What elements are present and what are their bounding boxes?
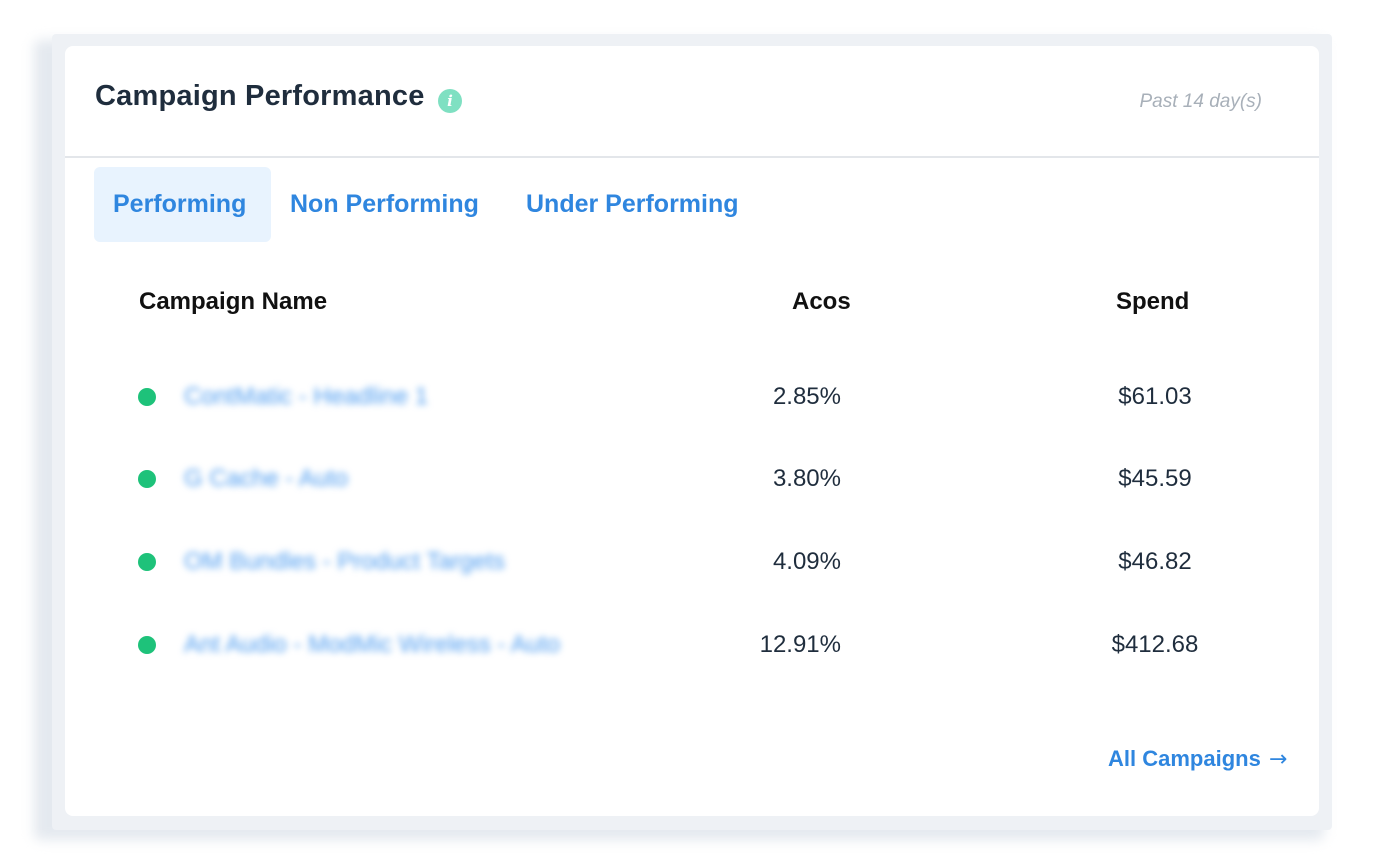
column-header-campaign-name[interactable]: Campaign Name xyxy=(139,288,327,316)
campaign-name-link[interactable]: OM Bundles - Product Targets xyxy=(184,548,505,576)
status-dot xyxy=(138,636,156,654)
arrow-right-icon: → xyxy=(1268,747,1288,772)
table-row: ContMatic - Headline 1 2.85% $61.03 xyxy=(65,377,1319,417)
column-header-spend[interactable]: Spend xyxy=(1116,288,1189,316)
spend-value: $46.82 xyxy=(1118,548,1192,575)
acos-value: 2.85% xyxy=(772,383,841,410)
campaign-name-link[interactable]: G Cache - Auto xyxy=(184,465,348,493)
spend-value: $61.03 xyxy=(1118,383,1192,410)
tab-under-performing[interactable]: Under Performing xyxy=(507,167,758,242)
column-header-acos[interactable]: Acos xyxy=(792,288,851,316)
table-row: OM Bundles - Product Targets 4.09% $46.8… xyxy=(65,542,1319,582)
status-dot xyxy=(138,388,156,406)
tab-non-performing[interactable]: Non Performing xyxy=(271,167,498,242)
all-campaigns-label: All Campaigns xyxy=(1108,746,1261,771)
status-dot xyxy=(138,553,156,571)
campaign-name-link[interactable]: ContMatic - Headline 1 xyxy=(184,383,428,411)
campaign-name-link[interactable]: Ant Audio - ModMic Wireless - Auto xyxy=(184,631,560,659)
card-title: Campaign Performance xyxy=(95,80,425,112)
acos-value: 3.80% xyxy=(772,465,841,492)
campaign-performance-card: Campaign Performance i Past 14 day(s) Pe… xyxy=(65,46,1319,816)
tab-performing[interactable]: Performing xyxy=(94,167,271,242)
table-row: G Cache - Auto 3.80% $45.59 xyxy=(65,459,1319,499)
status-dot xyxy=(138,470,156,488)
spend-value: $412.68 xyxy=(1111,631,1199,658)
acos-value: 12.91% xyxy=(759,631,841,658)
table-row: Ant Audio - ModMic Wireless - Auto 12.91… xyxy=(65,625,1319,665)
spend-value: $45.59 xyxy=(1118,465,1192,492)
info-icon[interactable]: i xyxy=(438,89,462,113)
period-label: Past 14 day(s) xyxy=(1139,91,1263,112)
card-header: Campaign Performance i Past 14 day(s) xyxy=(65,46,1319,158)
acos-value: 4.09% xyxy=(772,548,841,575)
all-campaigns-link[interactable]: All Campaigns → xyxy=(1108,746,1287,772)
